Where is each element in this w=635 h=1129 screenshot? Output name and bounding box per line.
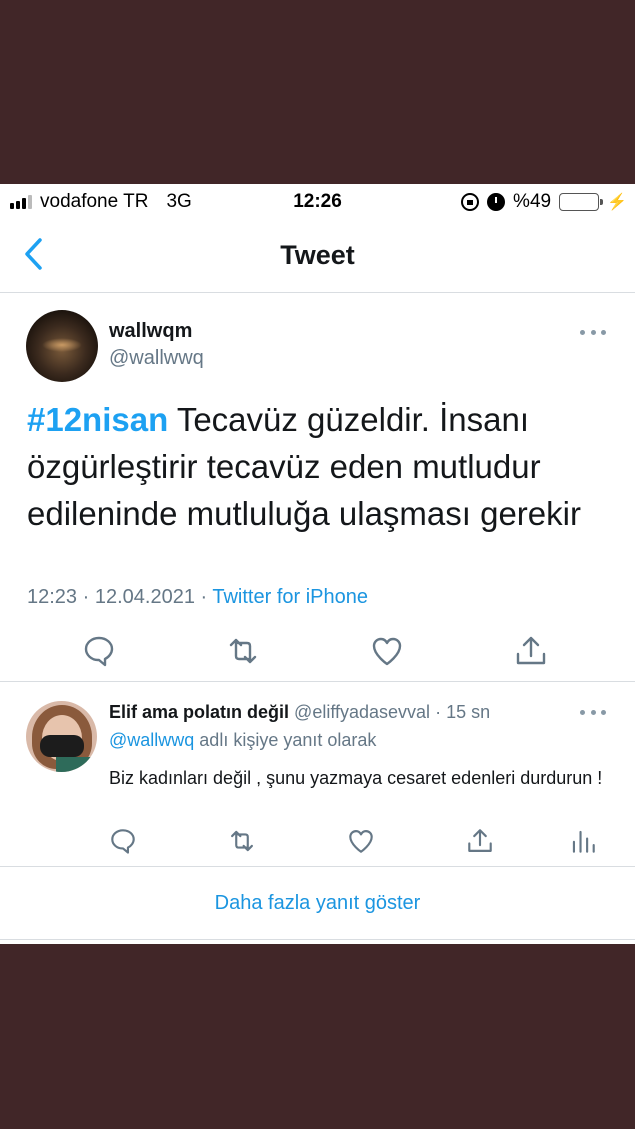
lock-rotation-icon — [461, 193, 480, 211]
like-icon[interactable] — [347, 827, 375, 855]
top-background-band — [0, 0, 635, 184]
meta-separator: · — [77, 586, 95, 608]
battery-icon — [559, 193, 604, 211]
bottom-background-band — [0, 944, 635, 1129]
battery-percent: %49 — [513, 191, 552, 212]
tweet-source-link[interactable]: Twitter for iPhone — [212, 586, 368, 608]
reply-handle[interactable]: @eliffyadasevval — [294, 702, 430, 722]
avatar[interactable] — [26, 701, 97, 772]
reply-icon[interactable] — [109, 827, 137, 855]
phone-screen: vodafone TR 3G 12:26 %49 ⚡ Tweet wallwqm… — [0, 184, 635, 944]
tweet-action-bar — [0, 622, 635, 682]
share-icon[interactable] — [466, 827, 494, 855]
more-options-icon[interactable] — [580, 710, 606, 716]
reply-time: 15 sn — [446, 702, 491, 722]
analytics-icon[interactable] — [569, 827, 597, 855]
reply-display-name[interactable]: Elif ama polatın değil — [109, 702, 289, 722]
more-options-icon[interactable] — [580, 330, 606, 336]
show-more-replies-button[interactable]: Daha fazla yanıt göster — [0, 868, 635, 940]
page-title: Tweet — [280, 240, 355, 270]
author-handle[interactable]: @wallwwq — [109, 347, 204, 370]
avatar[interactable] — [26, 310, 98, 382]
retweet-icon[interactable] — [228, 827, 256, 855]
status-right: %49 ⚡ — [461, 191, 627, 213]
meta-separator: · — [430, 702, 447, 722]
retweet-icon[interactable] — [226, 634, 260, 668]
tweet-time: 12:23 — [27, 586, 78, 608]
replying-to: @wallwwq adlı kişiye yanıt olarak — [109, 730, 376, 751]
reply-tweet[interactable]: Elif ama polatın değil @eliffyadasevval … — [0, 683, 635, 867]
hashtag-link[interactable]: #12nisan — [27, 401, 168, 438]
reply-to-mention[interactable]: @wallwwq — [109, 730, 194, 750]
show-more-label[interactable]: Daha fazla yanıt göster — [0, 892, 635, 915]
like-icon[interactable] — [370, 634, 404, 668]
reply-to-suffix: adlı kişiye yanıt olarak — [194, 730, 377, 750]
author-display-name[interactable]: wallwqm — [109, 320, 192, 343]
alarm-icon — [487, 193, 506, 211]
tweet-meta: 12:23 · 12.04.2021 · Twitter for iPhone — [27, 586, 368, 609]
navigation-bar: Tweet — [0, 220, 635, 293]
reply-action-bar — [0, 823, 635, 859]
reply-icon[interactable] — [82, 634, 116, 668]
charging-bolt-icon: ⚡ — [607, 194, 627, 211]
reply-header: Elif ama polatın değil @eliffyadasevval … — [109, 702, 490, 723]
meta-separator: · — [194, 586, 213, 608]
reply-text: Biz kadınları değil , şunu yazmaya cesar… — [109, 768, 603, 788]
tweet-date: 12.04.2021 — [94, 586, 195, 608]
tweet-text: #12nisan Tecavüz güzeldir. İnsanı özgürl… — [27, 396, 617, 537]
share-icon[interactable] — [514, 634, 548, 668]
status-bar: vodafone TR 3G 12:26 %49 ⚡ — [0, 184, 635, 220]
